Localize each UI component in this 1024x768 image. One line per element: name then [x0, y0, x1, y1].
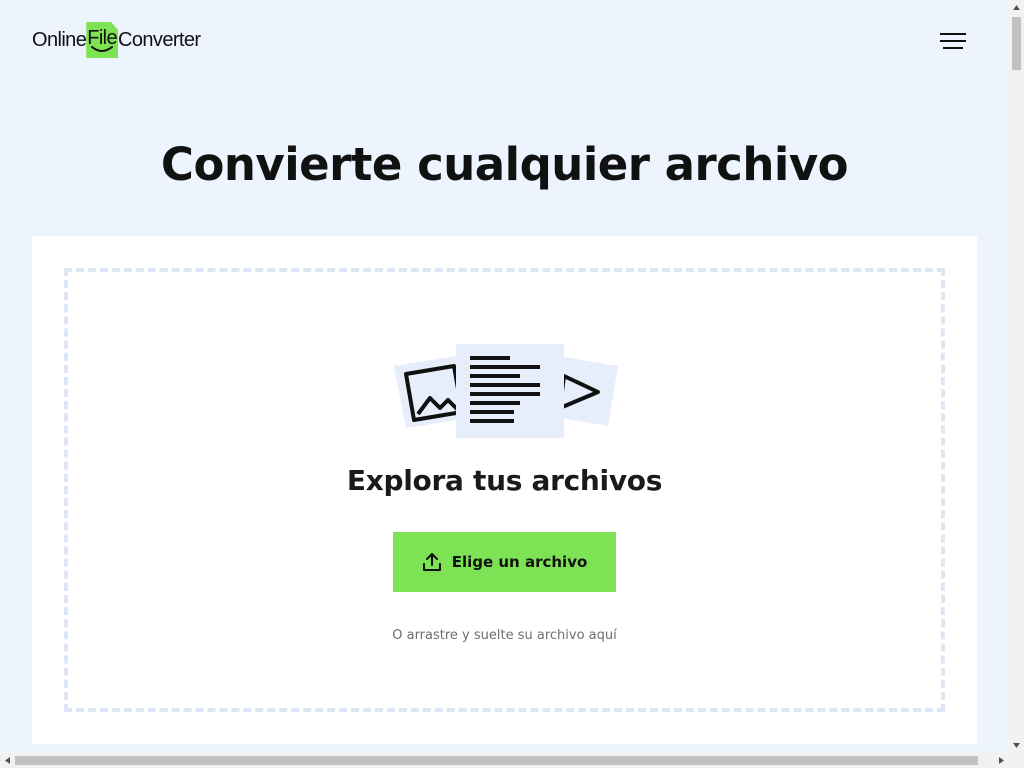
scroll-left-arrow-icon[interactable]	[0, 753, 15, 768]
file-dropzone[interactable]: Explora tus archivos Elige un archivo O …	[64, 268, 945, 712]
horizontal-scroll-thumb[interactable]	[15, 756, 978, 765]
logo-text-converter: Converter	[118, 29, 201, 51]
browse-files-heading: Explora tus archivos	[346, 464, 663, 497]
logo-text-online: Online	[32, 29, 87, 51]
horizontal-scrollbar[interactable]	[0, 753, 1009, 768]
hamburger-menu-icon[interactable]	[940, 32, 966, 50]
upload-icon	[422, 553, 441, 571]
document-file-icon	[456, 344, 564, 438]
logo-file-badge: File	[86, 22, 119, 58]
page-title: Convierte cualquier archivo	[160, 138, 849, 191]
file-types-illustration	[394, 344, 618, 438]
choose-file-label: Elige un archivo	[451, 553, 588, 571]
vertical-scroll-thumb[interactable]	[1012, 17, 1021, 70]
upload-card: Explora tus archivos Elige un archivo O …	[32, 236, 977, 744]
scrollbar-corner	[1009, 753, 1024, 768]
scroll-right-arrow-icon[interactable]	[994, 753, 1009, 768]
site-logo[interactable]: Online File Converter	[32, 22, 201, 58]
choose-file-button[interactable]: Elige un archivo	[393, 532, 616, 592]
logo-smile-icon	[91, 46, 114, 52]
page-viewport: Online File Converter Convierte cualquie…	[0, 0, 1009, 753]
drag-drop-hint: O arrastre y suelte su archivo aquí	[392, 628, 617, 643]
scroll-up-arrow-icon[interactable]	[1009, 0, 1024, 15]
scroll-down-arrow-icon[interactable]	[1009, 738, 1024, 753]
vertical-scrollbar[interactable]	[1009, 0, 1024, 753]
